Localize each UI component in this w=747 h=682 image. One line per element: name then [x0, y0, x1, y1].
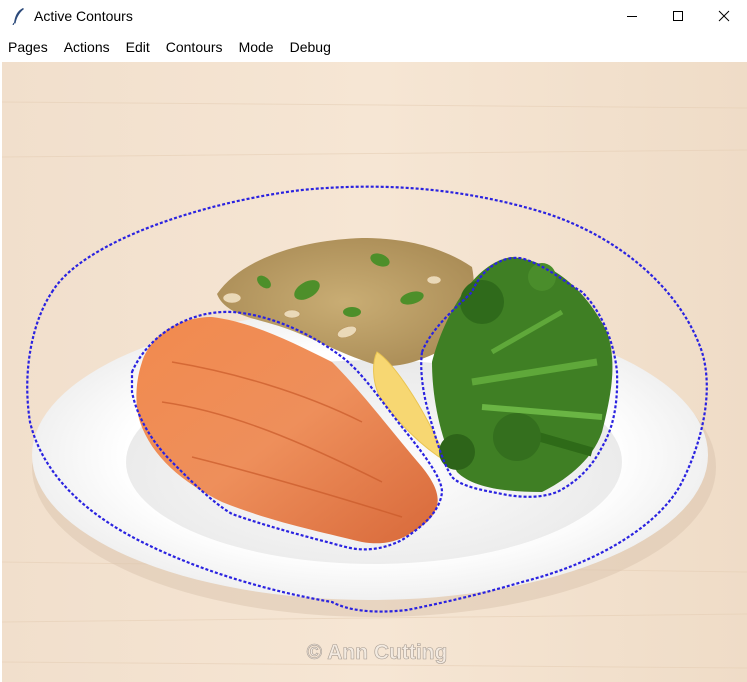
window-title: Active Contours [34, 8, 133, 24]
canvas-svg: © Ann Cutting [2, 62, 747, 682]
menu-edit[interactable]: Edit [118, 34, 158, 60]
menu-bar: Pages Actions Edit Contours Mode Debug [0, 34, 747, 60]
title-bar[interactable]: Active Contours [0, 0, 747, 32]
watermark-text: © Ann Cutting [307, 641, 448, 664]
menu-contours[interactable]: Contours [158, 34, 231, 60]
minimize-icon [627, 16, 637, 17]
minimize-button[interactable] [609, 0, 655, 32]
close-button[interactable] [701, 0, 747, 32]
image-canvas[interactable]: © Ann Cutting [2, 62, 747, 682]
window-controls [609, 0, 747, 32]
maximize-button[interactable] [655, 0, 701, 32]
app-window: Active Contours Pages Actions Edit Conto… [0, 0, 747, 682]
feather-icon [12, 8, 24, 25]
maximize-icon [673, 11, 683, 21]
menu-debug[interactable]: Debug [282, 34, 339, 60]
menu-pages[interactable]: Pages [0, 34, 56, 60]
menu-mode[interactable]: Mode [231, 34, 282, 60]
close-icon [718, 10, 730, 22]
menu-actions[interactable]: Actions [56, 34, 118, 60]
